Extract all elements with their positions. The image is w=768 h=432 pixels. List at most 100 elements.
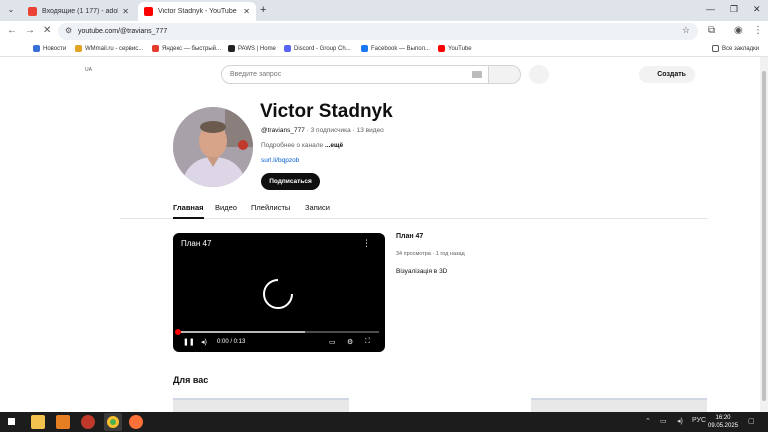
close-tab-icon[interactable]: ✕ bbox=[243, 7, 250, 16]
chrome-taskbar-item[interactable] bbox=[104, 413, 122, 431]
video-thumbnail[interactable] bbox=[531, 398, 707, 412]
chrome-icon bbox=[107, 416, 119, 428]
scrubber-handle[interactable] bbox=[175, 329, 181, 335]
bookmark-wmmail[interactable]: WMmail.ru - сервис... bbox=[75, 45, 143, 52]
video-meta: 34 просмотра · 1 год назад bbox=[396, 251, 465, 257]
pause-icon[interactable]: ❚❚ bbox=[183, 338, 195, 346]
progress-bar[interactable] bbox=[179, 331, 379, 333]
tab-title: Входящие (1 177) - adobinivan@... bbox=[42, 8, 118, 15]
tab-youtube[interactable]: Victor Stadnyk - YouTube ✕ bbox=[138, 2, 256, 21]
bookmark-label: Яндекс — быстрый... bbox=[162, 45, 222, 52]
player-more-icon[interactable]: ⋮ bbox=[362, 238, 371, 249]
close-window-icon[interactable]: ✕ bbox=[753, 4, 761, 15]
channel-name: Victor Stadnyk bbox=[260, 101, 393, 122]
forward-icon[interactable]: → bbox=[25, 25, 35, 36]
menu-icon[interactable]: ⋮ bbox=[753, 25, 763, 36]
fullscreen-icon[interactable]: ⛶ bbox=[365, 338, 370, 346]
bookmark-news[interactable]: Новости bbox=[33, 45, 66, 52]
tab-home[interactable]: Главная bbox=[173, 203, 204, 219]
channel-meta: @travians_777 · 3 подписчика · 13 видео bbox=[261, 127, 384, 134]
new-tab-icon[interactable]: + bbox=[260, 4, 266, 16]
folder-icon bbox=[712, 45, 719, 52]
player-time: 0:00 / 0:13 bbox=[217, 339, 246, 345]
avatar-photo bbox=[173, 107, 253, 187]
search-button[interactable] bbox=[489, 65, 521, 84]
tab-posts[interactable]: Записи bbox=[305, 203, 330, 212]
tray-chevron-icon[interactable]: ⌃ bbox=[645, 417, 651, 425]
bookmark-facebook[interactable]: Facebook — Выпол... bbox=[361, 45, 430, 52]
buffer-bar bbox=[179, 331, 305, 333]
clock-time: 16:20 bbox=[715, 415, 731, 421]
bookmark-yandex[interactable]: Яндекс — быстрый... bbox=[152, 45, 221, 52]
upload-age: 1 год назад bbox=[435, 251, 465, 257]
settings-icon[interactable]: ⚙ bbox=[347, 338, 353, 346]
channel-link[interactable]: surl.li/bqpzob bbox=[261, 157, 299, 164]
voice-search-button[interactable] bbox=[529, 65, 549, 84]
bookmark-icon bbox=[33, 45, 40, 52]
separator: · bbox=[352, 127, 355, 134]
tab-playlists[interactable]: Плейлисты bbox=[251, 203, 290, 212]
video-player[interactable]: План 47 ⋮ ❚❚ ◂) 0:00 / 0:13 ▭ ⚙ ⛶ bbox=[173, 233, 385, 352]
restore-icon[interactable]: ❐ bbox=[730, 4, 738, 15]
video-title[interactable]: План 47 bbox=[396, 233, 423, 240]
player-title[interactable]: План 47 bbox=[181, 239, 211, 248]
bookmark-icon bbox=[361, 45, 368, 52]
tab-search-icon[interactable]: ⌄ bbox=[5, 5, 17, 17]
close-tab-icon[interactable]: ✕ bbox=[122, 7, 129, 16]
subscribe-label: Подписаться bbox=[269, 178, 312, 185]
channel-avatar[interactable] bbox=[173, 107, 253, 187]
scrollbar-thumb[interactable] bbox=[762, 71, 766, 401]
site-info-icon[interactable]: ⚙ bbox=[65, 26, 72, 35]
minimize-icon[interactable]: — bbox=[706, 4, 715, 14]
clock[interactable]: 16:20 09.05.2025 bbox=[708, 414, 738, 430]
back-icon[interactable]: ← bbox=[7, 25, 17, 36]
language-indicator[interactable]: РУС bbox=[692, 417, 706, 424]
search-placeholder: Введите запрос bbox=[230, 71, 282, 78]
description-text: Подробнее о канале bbox=[261, 142, 324, 149]
tab-strip: ⌄ Входящие (1 177) - adobinivan@... ✕ Vi… bbox=[0, 0, 768, 21]
section-title: Для вас bbox=[173, 375, 209, 385]
more-link[interactable]: ...ещё bbox=[325, 142, 343, 149]
bookmark-paws[interactable]: PAWS | Home bbox=[228, 45, 276, 52]
bookmarks-bar: Новости WMmail.ru - сервис... Яндекс — б… bbox=[0, 42, 768, 57]
create-button[interactable]: Создать bbox=[639, 66, 695, 83]
bookmark-icon bbox=[438, 45, 445, 52]
subscribe-button[interactable]: Подписаться bbox=[261, 173, 320, 190]
profile-icon[interactable]: ◉ bbox=[734, 25, 743, 36]
windows-start-icon[interactable] bbox=[6, 416, 17, 427]
tab-videos[interactable]: Видео bbox=[215, 203, 237, 212]
search-input[interactable]: Введите запрос bbox=[221, 65, 489, 84]
url-text: youtube.com/@travians_777 bbox=[78, 28, 168, 35]
all-bookmarks[interactable]: Все закладки bbox=[712, 45, 759, 52]
extensions-icon[interactable]: ⧉ bbox=[708, 25, 715, 36]
app-icon[interactable] bbox=[56, 415, 70, 429]
address-bar[interactable]: ⚙ youtube.com/@travians_777 ☆ bbox=[58, 23, 698, 40]
bookmark-label: YouTube bbox=[448, 45, 472, 52]
subtitles-icon[interactable]: ▭ bbox=[329, 338, 336, 346]
page-scrollbar[interactable] bbox=[760, 57, 768, 412]
firefox-icon[interactable] bbox=[129, 415, 143, 429]
channel-tabs: Главная Видео Плейлисты Записи bbox=[120, 201, 708, 219]
bookmark-discord[interactable]: Discord - Group Ch... bbox=[284, 45, 351, 52]
bookmark-label: Discord - Group Ch... bbox=[294, 45, 351, 52]
bookmark-youtube[interactable]: YouTube bbox=[438, 45, 472, 52]
bookmark-icon bbox=[284, 45, 291, 52]
video-description: Візуалізація в 3D bbox=[396, 268, 448, 275]
notifications-icon[interactable]: ▢ bbox=[748, 417, 755, 425]
tab-gmail[interactable]: Входящие (1 177) - adobinivan@... ✕ bbox=[22, 2, 135, 21]
youtube-page: UA Введите запрос Создать Victor Stadnyk… bbox=[0, 57, 760, 412]
network-icon[interactable]: ▭ bbox=[660, 417, 667, 425]
keyboard-icon[interactable] bbox=[472, 71, 482, 78]
video-thumbnail[interactable] bbox=[173, 398, 349, 412]
opera-icon[interactable] bbox=[81, 415, 95, 429]
bookmark-star-icon[interactable]: ☆ bbox=[682, 25, 690, 36]
youtube-icon bbox=[144, 7, 153, 16]
browser-toolbar: ← → ✕ ⚙ youtube.com/@travians_777 ☆ ⧉ ◉ … bbox=[0, 21, 768, 42]
volume-icon[interactable]: ◂) bbox=[201, 338, 207, 346]
stop-icon[interactable]: ✕ bbox=[43, 25, 51, 36]
bookmark-label: Новости bbox=[43, 45, 67, 52]
volume-tray-icon[interactable]: ◂) bbox=[677, 417, 683, 425]
channel-description[interactable]: Подробнее о канале ...ещё bbox=[261, 142, 343, 149]
bookmark-label: Все закладки bbox=[722, 45, 760, 52]
file-explorer-icon[interactable] bbox=[31, 415, 45, 429]
